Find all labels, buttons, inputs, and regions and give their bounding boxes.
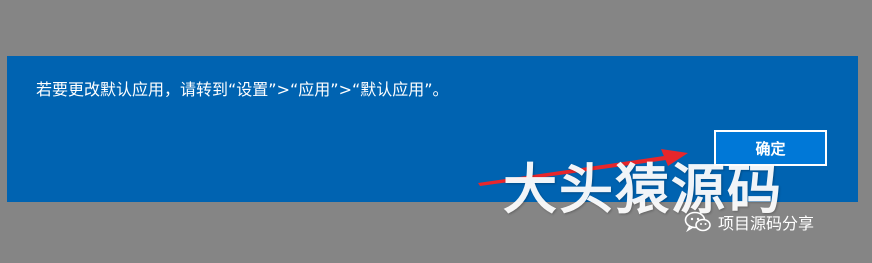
wechat-icon: [684, 211, 711, 233]
dialog-message: 若要更改默认应用，请转到“设置”>“应用”>“默认应用”。: [36, 80, 449, 99]
watermark-subtitle: 项目源码分享: [718, 214, 815, 233]
watermark-subtitle-group: 项目源码分享: [684, 210, 814, 234]
